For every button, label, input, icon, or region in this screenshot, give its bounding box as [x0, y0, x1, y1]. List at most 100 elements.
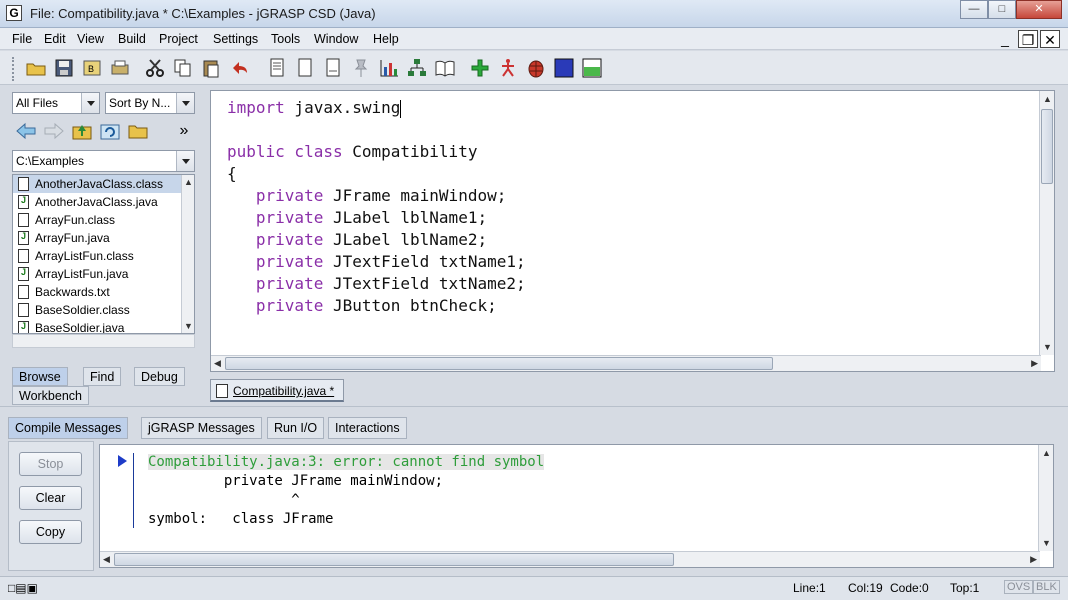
svg-text:B: B — [88, 64, 94, 74]
menu-build[interactable]: Build — [118, 32, 146, 46]
toolbar: B — [0, 51, 1068, 85]
error-message[interactable]: Compatibility.java:3: error: cannot find… — [148, 454, 545, 470]
stop-button[interactable]: Stop — [19, 452, 82, 476]
more-nav-button[interactable]: » — [172, 119, 196, 143]
clear-button[interactable]: Clear — [19, 486, 82, 510]
close-button[interactable]: ✕ — [1016, 0, 1062, 19]
list-item[interactable]: Backwards.txt — [13, 283, 194, 301]
print-icon[interactable] — [108, 56, 132, 80]
message-controls: Stop Clear Copy — [8, 441, 94, 571]
menu-view[interactable]: View — [77, 32, 104, 46]
document-icon-3[interactable] — [321, 56, 345, 80]
tab-workbench[interactable]: Workbench — [12, 386, 89, 405]
list-item[interactable]: BaseSoldier.class — [13, 301, 194, 319]
undo-icon[interactable] — [228, 56, 252, 80]
panel-splitter[interactable] — [0, 406, 1068, 414]
play-arrow-icon[interactable] — [118, 455, 127, 467]
list-item[interactable]: ArrayFun.java — [13, 229, 194, 247]
save-all-icon[interactable]: B — [80, 56, 104, 80]
save-icon[interactable] — [52, 56, 76, 80]
code-text: javax.swing — [284, 98, 401, 117]
compile-messages-output[interactable]: Compatibility.java:3: error: cannot find… — [99, 444, 1054, 568]
tab-find[interactable]: Find — [83, 367, 122, 386]
message-marker-bar — [133, 453, 134, 528]
tree-icon[interactable] — [405, 56, 429, 80]
minimize-button[interactable]: — — [960, 0, 988, 19]
copy-icon[interactable] — [171, 56, 195, 80]
menu-file[interactable]: File — [12, 32, 32, 46]
message-line: symbol: class JFrame — [148, 511, 334, 527]
document-icon-2[interactable] — [293, 56, 317, 80]
status-bar: □▤▣ Line:1 Col:19 Code:0 Top:1 OVS BLK — [0, 576, 1068, 600]
cut-icon[interactable] — [143, 56, 167, 80]
inner-restore-button[interactable]: ❐ — [1018, 30, 1038, 48]
refresh-icon[interactable] — [98, 119, 122, 143]
panel-icon[interactable] — [580, 56, 604, 80]
tab-interactions[interactable]: Interactions — [328, 417, 407, 439]
maximize-button[interactable]: □ — [988, 0, 1016, 19]
pin-icon[interactable] — [349, 56, 373, 80]
paste-icon[interactable] — [199, 56, 223, 80]
code-keyword: private — [227, 296, 324, 315]
file-list-scrollbar[interactable]: ▲ ▼ — [181, 175, 194, 333]
messages-hscrollbar[interactable]: ◀ ▶ — [100, 551, 1040, 567]
debug-icon[interactable] — [524, 56, 548, 80]
editor-vscrollbar[interactable]: ▲ ▼ — [1039, 91, 1054, 355]
path-select[interactable]: C:\Examples — [12, 150, 195, 172]
open-folder-icon[interactable] — [24, 56, 48, 80]
menu-settings[interactable]: Settings — [213, 32, 258, 46]
list-item[interactable]: AnotherJavaClass.java — [13, 193, 194, 211]
editor-vscroll-thumb[interactable] — [1041, 109, 1053, 184]
file-filter-select[interactable]: All Files — [12, 92, 100, 114]
sort-select[interactable]: Sort By N... — [105, 92, 195, 114]
text-caret — [400, 99, 402, 118]
status-icons[interactable]: □▤▣ — [8, 581, 38, 595]
toolbar-grip[interactable] — [12, 57, 17, 81]
title-bar: G File: Compatibility.java * C:\Examples… — [0, 0, 1068, 28]
tab-run-io[interactable]: Run I/O — [267, 417, 325, 439]
menu-edit[interactable]: Edit — [44, 32, 66, 46]
book-icon[interactable] — [433, 56, 457, 80]
menu-help[interactable]: Help — [373, 32, 399, 46]
file-list-hscrollbar[interactable] — [12, 334, 195, 348]
browse-panel: All Files Sort By N... » C:\Examples Ano… — [8, 88, 198, 405]
list-item[interactable]: AnotherJavaClass.class — [13, 175, 194, 193]
list-item[interactable]: ArrayListFun.class — [13, 247, 194, 265]
editor-hscroll-thumb[interactable] — [225, 357, 773, 370]
code-keyword: private — [227, 230, 324, 249]
tab-editor-file[interactable]: Compatibility.java * — [210, 379, 344, 402]
chart-icon[interactable] — [377, 56, 401, 80]
sort-value: Sort By N... — [109, 96, 171, 110]
back-arrow-icon[interactable] — [14, 119, 38, 143]
square-icon[interactable] — [552, 56, 576, 80]
file-list[interactable]: AnotherJavaClass.class AnotherJavaClass.… — [12, 174, 195, 334]
code-editor[interactable]: import javax.swing public class Compatib… — [210, 90, 1055, 372]
menu-tools[interactable]: Tools — [271, 32, 300, 46]
list-item[interactable]: ArrayListFun.java — [13, 265, 194, 283]
menu-project[interactable]: Project — [159, 32, 198, 46]
list-item[interactable]: ArrayFun.class — [13, 211, 194, 229]
tab-debug[interactable]: Debug — [134, 367, 185, 386]
menu-window[interactable]: Window — [314, 32, 358, 46]
list-item[interactable]: BaseSoldier.java — [13, 319, 194, 333]
tab-jgrasp-messages[interactable]: jGRASP Messages — [141, 417, 262, 439]
editor-hscrollbar[interactable]: ◀ ▶ — [211, 355, 1041, 371]
forward-arrow-icon[interactable] — [42, 119, 66, 143]
status-ovs: OVS — [1004, 580, 1034, 594]
inner-minimize-button[interactable]: _ — [995, 30, 1015, 48]
compile-icon[interactable] — [468, 56, 492, 80]
messages-hscroll-thumb[interactable] — [114, 553, 674, 566]
tab-compile-messages[interactable]: Compile Messages — [8, 417, 129, 439]
document-icon[interactable] — [265, 56, 289, 80]
copy-button[interactable]: Copy — [19, 520, 82, 544]
code-text: { — [227, 164, 237, 183]
up-folder-icon[interactable] — [70, 119, 94, 143]
inner-close-button[interactable]: ✕ — [1040, 30, 1060, 48]
tab-browse[interactable]: Browse — [12, 367, 68, 386]
code-text: JLabel lblName1; — [323, 208, 488, 227]
new-folder-icon[interactable] — [126, 119, 150, 143]
status-top: Top:1 — [950, 581, 980, 595]
code-area[interactable]: import javax.swing public class Compatib… — [227, 97, 526, 317]
messages-vscrollbar[interactable]: ▲ ▼ — [1038, 445, 1053, 551]
run-icon[interactable] — [496, 56, 520, 80]
